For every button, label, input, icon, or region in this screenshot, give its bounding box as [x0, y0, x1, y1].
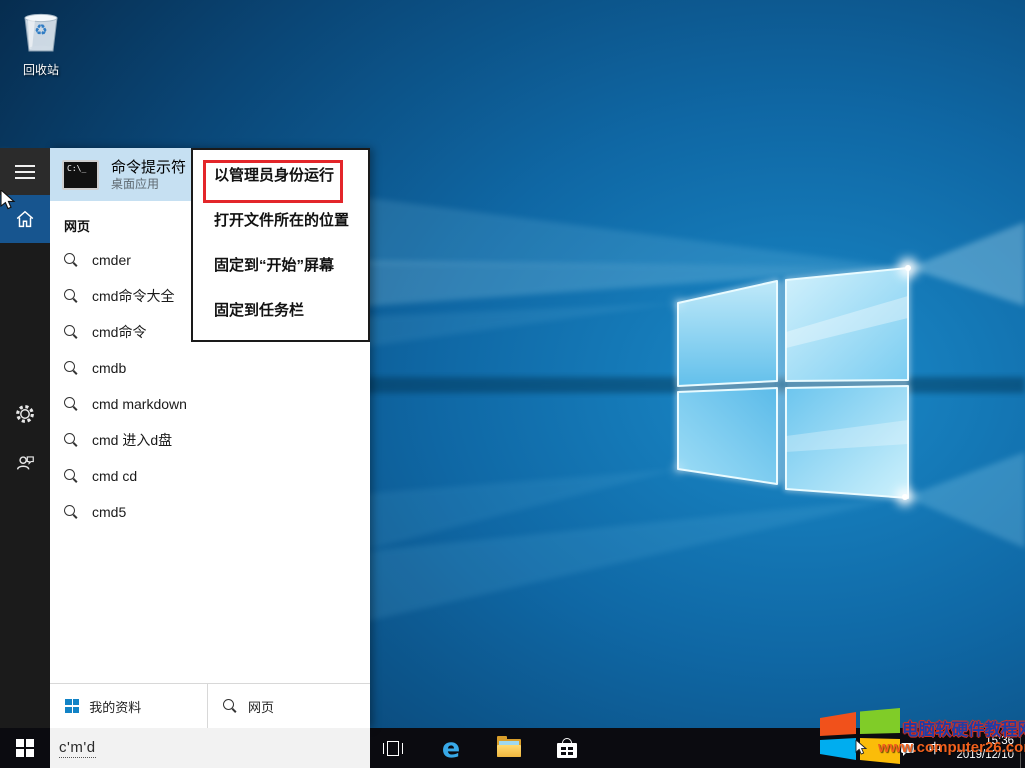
- ime-indicator[interactable]: 中: [928, 742, 941, 755]
- windows-logo-icon: [16, 739, 34, 757]
- search-icon: [64, 325, 79, 340]
- edge-button[interactable]: e: [434, 728, 468, 768]
- web-section-header: 网页: [64, 216, 90, 235]
- search-filter-bar: 我的资料 网页: [50, 683, 370, 728]
- menu-item-run-as-admin[interactable]: 以管理员身份运行: [214, 162, 368, 190]
- suggestion-row[interactable]: cmd 进入d盘: [50, 422, 370, 458]
- store-icon: [557, 738, 577, 758]
- gear-icon: [14, 403, 36, 425]
- clock[interactable]: 15:36 2019/12/10: [956, 734, 1014, 762]
- suggestion-row[interactable]: cmd markdown: [50, 386, 370, 422]
- network-tray-button[interactable]: [872, 743, 887, 754]
- person-feedback-icon: [14, 451, 36, 473]
- suggestion-row[interactable]: cmdb: [50, 350, 370, 386]
- menu-button[interactable]: [0, 148, 50, 195]
- file-explorer-button[interactable]: [492, 728, 526, 768]
- my-stuff-label: 我的资料: [89, 697, 141, 716]
- top-result-subtitle: 桌面应用: [111, 177, 186, 192]
- search-input-value: c'm'd: [59, 739, 96, 758]
- watermark-cursor-icon: [855, 740, 869, 756]
- desktop: ♻ 回收站 e 中 15:36 2019/12/10: [0, 0, 1025, 768]
- search-icon: [223, 699, 238, 714]
- system-tray: 中 15:36 2019/12/10: [843, 728, 1025, 768]
- menu-item-pin-to-start[interactable]: 固定到“开始”屏幕: [214, 252, 368, 280]
- show-desktop-button[interactable]: [1020, 728, 1025, 768]
- search-icon: [64, 469, 79, 484]
- file-explorer-icon: [497, 739, 521, 757]
- settings-tab[interactable]: [0, 392, 50, 436]
- home-icon: [14, 208, 36, 230]
- recycle-bin-label: 回收站: [12, 61, 70, 78]
- edge-icon: e: [442, 735, 460, 762]
- clock-time: 15:36: [956, 734, 1014, 748]
- menu-item-open-file-location[interactable]: 打开文件所在的位置: [214, 207, 368, 235]
- hamburger-icon: [15, 165, 35, 167]
- suggestion-row[interactable]: cmd5: [50, 494, 370, 530]
- search-icon: [64, 505, 79, 520]
- windows-logo-icon: [65, 699, 79, 713]
- suggestion-row[interactable]: cmd cd: [50, 458, 370, 494]
- feedback-tab[interactable]: [0, 440, 50, 484]
- clock-date: 2019/12/10: [956, 748, 1014, 762]
- search-icon: [64, 253, 79, 268]
- search-flyout-rail: [0, 148, 50, 728]
- menu-item-pin-to-taskbar[interactable]: 固定到任务栏: [214, 297, 368, 325]
- svg-text:♻: ♻: [34, 21, 47, 39]
- message-tray-button[interactable]: [901, 743, 914, 753]
- search-icon: [64, 289, 79, 304]
- web-search-button[interactable]: 网页: [208, 684, 370, 728]
- search-icon: [64, 397, 79, 412]
- recycle-bin-icon: ♻: [18, 8, 64, 54]
- my-stuff-button[interactable]: 我的资料: [50, 684, 208, 728]
- search-icon: [64, 361, 79, 376]
- recycle-bin-shortcut[interactable]: ♻ 回收站: [12, 8, 70, 78]
- web-search-label: 网页: [248, 697, 274, 716]
- mouse-cursor: [0, 190, 17, 212]
- command-prompt-icon: C:\_: [62, 160, 99, 190]
- display-network-icon: [872, 743, 887, 754]
- task-view-icon: [383, 741, 403, 756]
- store-button[interactable]: [550, 728, 584, 768]
- start-button[interactable]: [0, 728, 50, 768]
- speech-bubble-icon: [901, 743, 914, 753]
- task-view-button[interactable]: [376, 728, 410, 768]
- search-input[interactable]: c'm'd: [50, 728, 370, 768]
- search-icon: [64, 433, 79, 448]
- context-menu: 以管理员身份运行 打开文件所在的位置 固定到“开始”屏幕 固定到任务栏: [191, 148, 370, 342]
- top-result-title: 命令提示符: [111, 158, 186, 177]
